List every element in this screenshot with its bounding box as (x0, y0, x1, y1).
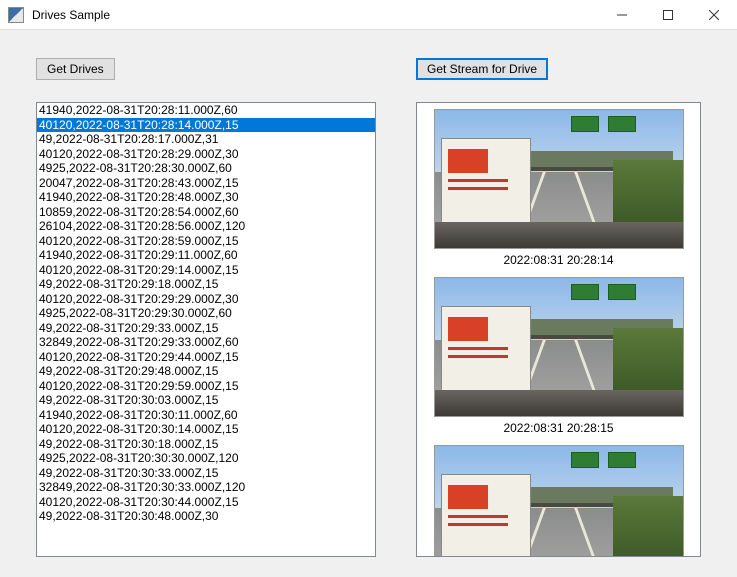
list-item[interactable]: 40120,2022-08-31T20:28:59.000Z,15 (37, 234, 375, 249)
close-icon (709, 10, 719, 20)
stream-frame: 2022:08:31 20:28:15 (423, 277, 694, 435)
list-item[interactable]: 40120,2022-08-31T20:30:44.000Z,15 (37, 495, 375, 510)
minimize-button[interactable] (599, 0, 645, 30)
get-stream-button[interactable]: Get Stream for Drive (416, 58, 548, 80)
list-item[interactable]: 4925,2022-08-31T20:29:30.000Z,60 (37, 306, 375, 321)
window-title: Drives Sample (32, 8, 110, 22)
minimize-icon (617, 10, 627, 20)
list-item[interactable]: 49,2022-08-31T20:28:17.000Z,31 (37, 132, 375, 147)
list-item[interactable]: 40120,2022-08-31T20:28:29.000Z,30 (37, 147, 375, 162)
list-item[interactable]: 41940,2022-08-31T20:28:48.000Z,30 (37, 190, 375, 205)
client-area: Get Drives 41940,2022-08-31T20:28:11.000… (0, 30, 737, 577)
list-item[interactable]: 41940,2022-08-31T20:28:11.000Z,60 (37, 103, 375, 118)
list-item[interactable]: 40120,2022-08-31T20:30:14.000Z,15 (37, 422, 375, 437)
frame-image (434, 277, 684, 417)
list-item[interactable]: 26104,2022-08-31T20:28:56.000Z,120 (37, 219, 375, 234)
list-item[interactable]: 41940,2022-08-31T20:29:11.000Z,60 (37, 248, 375, 263)
list-item[interactable]: 40120,2022-08-31T20:29:59.000Z,15 (37, 379, 375, 394)
list-item[interactable]: 49,2022-08-31T20:29:33.000Z,15 (37, 321, 375, 336)
maximize-icon (663, 10, 673, 20)
list-item[interactable]: 49,2022-08-31T20:30:18.000Z,15 (37, 437, 375, 452)
stream-panel[interactable]: 2022:08:31 20:28:14 2022:08:31 20:28:15 (416, 102, 701, 557)
maximize-button[interactable] (645, 0, 691, 30)
list-item[interactable]: 4925,2022-08-31T20:30:30.000Z,120 (37, 451, 375, 466)
close-button[interactable] (691, 0, 737, 30)
left-column: Get Drives 41940,2022-08-31T20:28:11.000… (36, 58, 376, 557)
list-item[interactable]: 49,2022-08-31T20:30:48.000Z,30 (37, 509, 375, 524)
list-item[interactable]: 4925,2022-08-31T20:28:30.000Z,60 (37, 161, 375, 176)
drives-listbox[interactable]: 41940,2022-08-31T20:28:11.000Z,6040120,2… (36, 102, 376, 557)
list-item[interactable]: 49,2022-08-31T20:29:18.000Z,15 (37, 277, 375, 292)
get-drives-button[interactable]: Get Drives (36, 58, 115, 80)
list-item[interactable]: 49,2022-08-31T20:29:48.000Z,15 (37, 364, 375, 379)
frame-image (434, 109, 684, 249)
list-item[interactable]: 49,2022-08-31T20:30:03.000Z,15 (37, 393, 375, 408)
stream-frame (423, 445, 694, 557)
list-item[interactable]: 40120,2022-08-31T20:29:29.000Z,30 (37, 292, 375, 307)
right-column: Get Stream for Drive 2022:08:31 20:28:14… (416, 58, 701, 557)
stream-frame: 2022:08:31 20:28:14 (423, 109, 694, 267)
list-item[interactable]: 40120,2022-08-31T20:29:14.000Z,15 (37, 263, 375, 278)
list-item[interactable]: 49,2022-08-31T20:30:33.000Z,15 (37, 466, 375, 481)
app-icon (8, 7, 24, 23)
list-item[interactable]: 20047,2022-08-31T20:28:43.000Z,15 (37, 176, 375, 191)
list-item[interactable]: 32849,2022-08-31T20:29:33.000Z,60 (37, 335, 375, 350)
list-item[interactable]: 32849,2022-08-31T20:30:33.000Z,120 (37, 480, 375, 495)
frame-image (434, 445, 684, 557)
frame-caption: 2022:08:31 20:28:15 (423, 421, 694, 435)
list-item[interactable]: 40120,2022-08-31T20:29:44.000Z,15 (37, 350, 375, 365)
list-item[interactable]: 10859,2022-08-31T20:28:54.000Z,60 (37, 205, 375, 220)
list-item[interactable]: 40120,2022-08-31T20:28:14.000Z,15 (37, 118, 375, 133)
titlebar: Drives Sample (0, 0, 737, 30)
list-item[interactable]: 41940,2022-08-31T20:30:11.000Z,60 (37, 408, 375, 423)
frame-caption: 2022:08:31 20:28:14 (423, 253, 694, 267)
